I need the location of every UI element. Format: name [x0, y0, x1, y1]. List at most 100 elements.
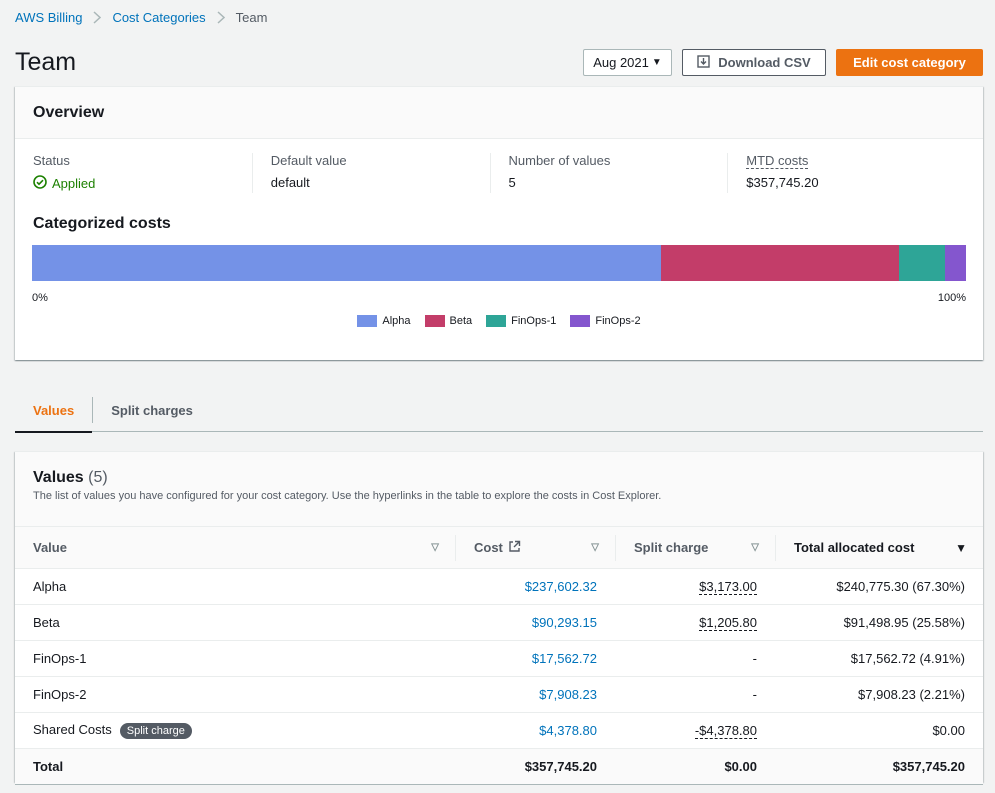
cell-split-charge: -$4,378.80	[615, 712, 775, 749]
categorized-costs-bar	[32, 245, 966, 281]
status-field: Status Applied	[33, 153, 252, 193]
column-total-label: Total allocated cost	[794, 540, 915, 555]
default-value-field: Default value default	[251, 153, 490, 193]
column-split-charge[interactable]: Split charge ▽	[615, 527, 775, 569]
table-row: Shared Costs Split charge $4,378.80 -$4,378…	[15, 712, 983, 749]
bar-segment-finops-1[interactable]	[899, 245, 946, 281]
cell-value: FinOps-2	[15, 676, 455, 713]
mtd-costs-label[interactable]: MTD costs	[746, 153, 949, 169]
download-icon	[697, 54, 710, 71]
tab-values[interactable]: Values	[15, 389, 93, 433]
cell-split-charge: -	[615, 676, 775, 713]
breadcrumb-aws-billing[interactable]: AWS Billing	[15, 10, 82, 25]
overview-card: Overview Status Applied Default value de…	[15, 86, 983, 360]
cell-value: FinOps-1	[15, 640, 455, 677]
split-charge-value[interactable]: -$4,378.80	[694, 723, 757, 739]
tab-split-charges[interactable]: Split charges	[93, 389, 211, 432]
bar-axis: 0% 100%	[15, 292, 983, 304]
bar-segment-beta[interactable]	[660, 245, 900, 281]
mtd-costs-label-text[interactable]: MTD costs	[746, 153, 809, 169]
value-name: Shared Costs	[33, 722, 112, 737]
cost-link[interactable]: $17,562.72	[532, 651, 597, 666]
bar-segment-finops-2[interactable]	[945, 245, 966, 281]
number-of-values: 5	[508, 175, 516, 190]
cell-split-charge: $3,173.00	[615, 568, 775, 605]
cell-cost: $4,378.80	[455, 712, 615, 749]
total-label: Total	[15, 748, 455, 785]
total-allocated: $357,745.20	[775, 748, 983, 785]
column-cost-label: Cost	[474, 540, 503, 555]
total-split: $0.00	[615, 748, 775, 785]
column-value[interactable]: Value ▽	[15, 527, 455, 569]
overview-header: Overview	[15, 87, 983, 139]
status-text: Applied	[52, 176, 96, 191]
sort-descending-icon[interactable]: ▼	[955, 541, 967, 555]
column-total-allocated-cost[interactable]: Total allocated cost ▼	[775, 527, 983, 569]
sort-icon[interactable]: ▽	[751, 542, 759, 553]
cell-cost: $7,908.23	[455, 676, 615, 713]
values-card: Values (5) The list of values you have c…	[15, 451, 983, 785]
cell-value: Shared Costs Split charge	[15, 712, 455, 749]
value-name: Beta	[33, 615, 60, 630]
split-charge-badge: Split charge	[119, 723, 192, 739]
table-row: FinOps-1 $17,562.72 - $17,562.72 (4.91%)	[15, 640, 983, 677]
cell-total-allocated: $0.00	[775, 712, 983, 749]
number-of-values-field: Number of values 5	[489, 153, 728, 193]
values-table: Value ▽ Cost ▽ Split charge ▽ Total allocat…	[15, 526, 983, 785]
total-row: Total $357,745.20 $0.00 $357,745.20	[15, 748, 983, 785]
chart-legend: Alpha Beta FinOps-1 FinOps-2	[15, 315, 983, 327]
cell-value: Alpha	[15, 568, 455, 605]
values-header: Values (5) The list of values you have c…	[15, 452, 983, 526]
cell-total-allocated: $7,908.23 (2.21%)	[775, 676, 983, 713]
values-table-body: Alpha $237,602.32 $3,173.00 $240,775.30 (67…	[15, 568, 983, 749]
overview-summary: Status Applied Default value default Num…	[15, 139, 983, 193]
cell-split-charge: $1,205.80	[615, 604, 775, 641]
mtd-costs-field: MTD costs $357,745.20	[727, 153, 965, 193]
cost-link[interactable]: $4,378.80	[539, 723, 597, 738]
value-name: FinOps-1	[33, 651, 87, 666]
sort-icon[interactable]: ▽	[591, 542, 599, 553]
split-charge-value[interactable]: $1,205.80	[699, 615, 757, 631]
values-title-text: Values	[33, 469, 84, 486]
cost-link[interactable]: $7,908.23	[539, 687, 597, 702]
column-cost[interactable]: Cost ▽	[455, 527, 615, 569]
download-csv-button[interactable]: Download CSV	[682, 49, 826, 76]
period-select[interactable]: Aug 2021 ▼	[583, 49, 672, 76]
cost-link[interactable]: $237,602.32	[525, 579, 597, 594]
values-count: (5)	[88, 469, 108, 486]
cell-cost: $237,602.32	[455, 568, 615, 605]
breadcrumb: AWS Billing Cost Categories Team	[15, 10, 267, 25]
number-of-values-label: Number of values	[508, 153, 611, 168]
default-value: default	[270, 175, 310, 190]
legend-item-alpha: Alpha	[357, 315, 411, 327]
table-row: Alpha $237,602.32 $3,173.00 $240,775.30 (67…	[15, 568, 983, 605]
sort-icon[interactable]: ▽	[431, 542, 439, 553]
legend-item-finops-2: FinOps-2	[570, 315, 641, 327]
cell-split-charge: -	[615, 640, 775, 677]
column-split-charge-label: Split charge	[634, 540, 709, 555]
legend-label: FinOps-2	[595, 315, 641, 327]
legend-swatch	[486, 315, 507, 327]
cell-value: Beta	[15, 604, 455, 641]
legend-label: Beta	[449, 315, 473, 327]
status-label: Status	[33, 153, 70, 168]
overview-title: Overview	[33, 103, 105, 121]
value-name: FinOps-2	[33, 687, 87, 702]
split-charge-value: -	[752, 687, 757, 702]
header-actions: Aug 2021 ▼ Download CSV Edit cost catego…	[583, 49, 983, 76]
edit-cost-category-button[interactable]: Edit cost category	[836, 49, 983, 76]
values-title: Values (5)	[33, 469, 965, 487]
breadcrumb-cost-categories[interactable]: Cost Categories	[112, 10, 205, 25]
chevron-right-icon	[93, 11, 102, 24]
legend-item-beta: Beta	[424, 315, 473, 327]
status-value: Applied	[33, 175, 236, 193]
table-row: Beta $90,293.15 $1,205.80 $91,498.95 (25.58…	[15, 604, 983, 641]
download-csv-label: Download CSV	[718, 55, 811, 70]
cell-total-allocated: $240,775.30 (67.30%)	[775, 568, 983, 605]
split-charge-value[interactable]: $3,173.00	[699, 579, 757, 595]
legend-swatch	[424, 315, 445, 327]
caret-down-icon: ▼	[651, 57, 662, 68]
categorized-costs-title: Categorized costs	[33, 215, 171, 232]
bar-segment-alpha[interactable]	[32, 245, 661, 281]
cost-link[interactable]: $90,293.15	[532, 615, 597, 630]
